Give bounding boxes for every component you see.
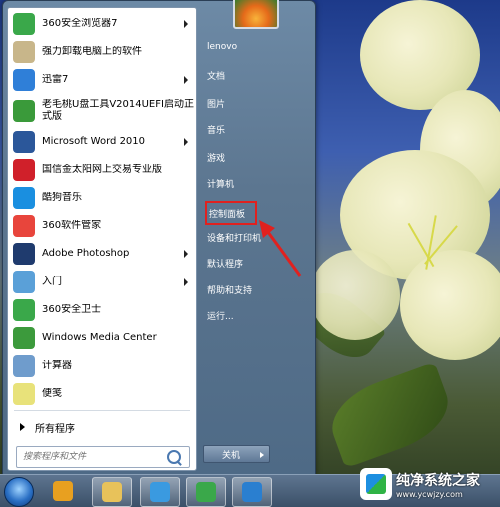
getting-started-icon [13, 271, 35, 293]
right-menu-item[interactable]: 运行... [207, 305, 234, 325]
taskbar-button[interactable] [92, 477, 132, 507]
taskbar-button[interactable] [186, 477, 226, 507]
program-label: 强力卸载电脑上的软件 [42, 46, 142, 57]
360-safe-icon [13, 299, 35, 321]
program-label: Adobe Photoshop [42, 248, 130, 259]
submenu-arrow-icon[interactable] [184, 76, 188, 84]
program-label: 360安全浏览器7 [42, 18, 118, 29]
360-browser-icon [196, 482, 216, 502]
360-software-icon [13, 215, 35, 237]
program-item[interactable]: 迅雷7 [8, 66, 196, 94]
program-label: 迅雷7 [42, 74, 69, 85]
right-menu-item[interactable]: 控制面板 [205, 201, 258, 225]
all-programs-label: 所有程序 [35, 423, 75, 435]
right-menu-item[interactable]: 游戏 [207, 147, 225, 167]
watermark-url: www.ycwjzy.com [396, 489, 463, 499]
word-icon [13, 131, 35, 153]
program-item[interactable]: 酷狗音乐 [8, 184, 196, 212]
laomaotao-icon [13, 100, 35, 122]
program-label: 老毛桃U盘工具V2014UEFI启动正式版 [42, 99, 194, 122]
program-item[interactable]: Windows Media Center [8, 324, 196, 352]
search-box[interactable] [16, 446, 190, 468]
program-label: 360软件管家 [42, 220, 102, 231]
submenu-arrow-icon[interactable] [184, 20, 188, 28]
calculator-icon [13, 355, 35, 377]
program-label: 国信金太阳网上交易专业版 [42, 164, 162, 175]
program-label: 酷狗音乐 [42, 192, 82, 203]
user-avatar[interactable] [233, 0, 279, 29]
program-item[interactable]: 老毛桃U盘工具V2014UEFI启动正式版 [8, 94, 196, 128]
start-button[interactable] [4, 477, 34, 507]
media-center-icon [13, 327, 35, 349]
program-label: 便笺 [42, 388, 62, 399]
submenu-arrow-icon[interactable] [184, 138, 188, 146]
divider [14, 410, 190, 411]
right-menu-item[interactable]: 计算机 [207, 173, 234, 193]
kugou-icon [13, 187, 35, 209]
program-label: 计算器 [42, 360, 72, 371]
search-icon[interactable] [167, 450, 181, 464]
shutdown-button[interactable]: 关机 [203, 445, 259, 463]
program-label: 360安全卫士 [42, 304, 102, 315]
360-browser-icon [13, 13, 35, 35]
program-item[interactable]: 国信金太阳网上交易专业版 [8, 156, 196, 184]
cloud-icon [150, 482, 170, 502]
right-menu-item[interactable]: 文档 [207, 65, 225, 85]
watermark-logo-icon [360, 468, 392, 500]
program-list: 360安全浏览器7 强力卸载电脑上的软件 迅雷7 老毛桃U盘工具V2014UEFI启动… [8, 10, 196, 413]
thunder-icon [13, 69, 35, 91]
tool-app-icon [242, 482, 262, 502]
right-menu-item[interactable]: lenovo [207, 37, 237, 57]
program-label: 入门 [42, 276, 62, 287]
watermark-title: 纯净系统之家 [396, 472, 480, 489]
program-item[interactable]: 计算器 [8, 352, 196, 380]
right-menu-item[interactable]: 图片 [207, 93, 225, 113]
program-item[interactable]: Microsoft Word 2010 [8, 128, 196, 156]
file-explorer-icon [102, 482, 122, 502]
program-item[interactable]: Adobe Photoshop [8, 240, 196, 268]
program-label: Windows Media Center [42, 332, 157, 343]
program-label: Microsoft Word 2010 [42, 136, 146, 147]
right-menu-item[interactable]: 默认程序 [207, 253, 243, 273]
program-item[interactable]: 便笺 [8, 380, 196, 408]
program-item[interactable]: 入门 [8, 268, 196, 296]
arrow-right-icon [20, 423, 25, 431]
taskbar-button[interactable] [232, 477, 272, 507]
watermark: 纯净系统之家 www.ycwjzy.com [360, 462, 500, 506]
program-item[interactable]: 强力卸载电脑上的软件 [8, 38, 196, 66]
red-annotation-arrow [259, 220, 302, 277]
shutdown-options-button[interactable] [257, 445, 270, 463]
submenu-arrow-icon[interactable] [184, 250, 188, 258]
all-programs-button[interactable]: 所有程序 [8, 416, 196, 438]
photoshop-icon [13, 243, 35, 265]
program-item[interactable]: 360安全卫士 [8, 296, 196, 324]
program-item[interactable]: 360软件管家 [8, 212, 196, 240]
taskbar-button[interactable] [44, 477, 82, 505]
sticky-notes-icon [13, 383, 35, 405]
program-list-panel: 360安全浏览器7 强力卸载电脑上的软件 迅雷7 老毛桃U盘工具V2014UEFI启动… [7, 7, 197, 471]
pinwheel-app-icon [53, 481, 73, 501]
taskbar-button[interactable] [140, 477, 180, 507]
submenu-arrow-icon[interactable] [184, 278, 188, 286]
right-menu-item[interactable]: 帮助和支持 [207, 279, 252, 299]
uninstall-icon [13, 41, 35, 63]
right-menu-item[interactable]: 设备和打印机 [207, 227, 261, 247]
right-menu-item[interactable]: 音乐 [207, 119, 225, 139]
guoxin-icon [13, 159, 35, 181]
search-input[interactable] [17, 451, 167, 463]
program-item[interactable]: 360安全浏览器7 [8, 10, 196, 38]
